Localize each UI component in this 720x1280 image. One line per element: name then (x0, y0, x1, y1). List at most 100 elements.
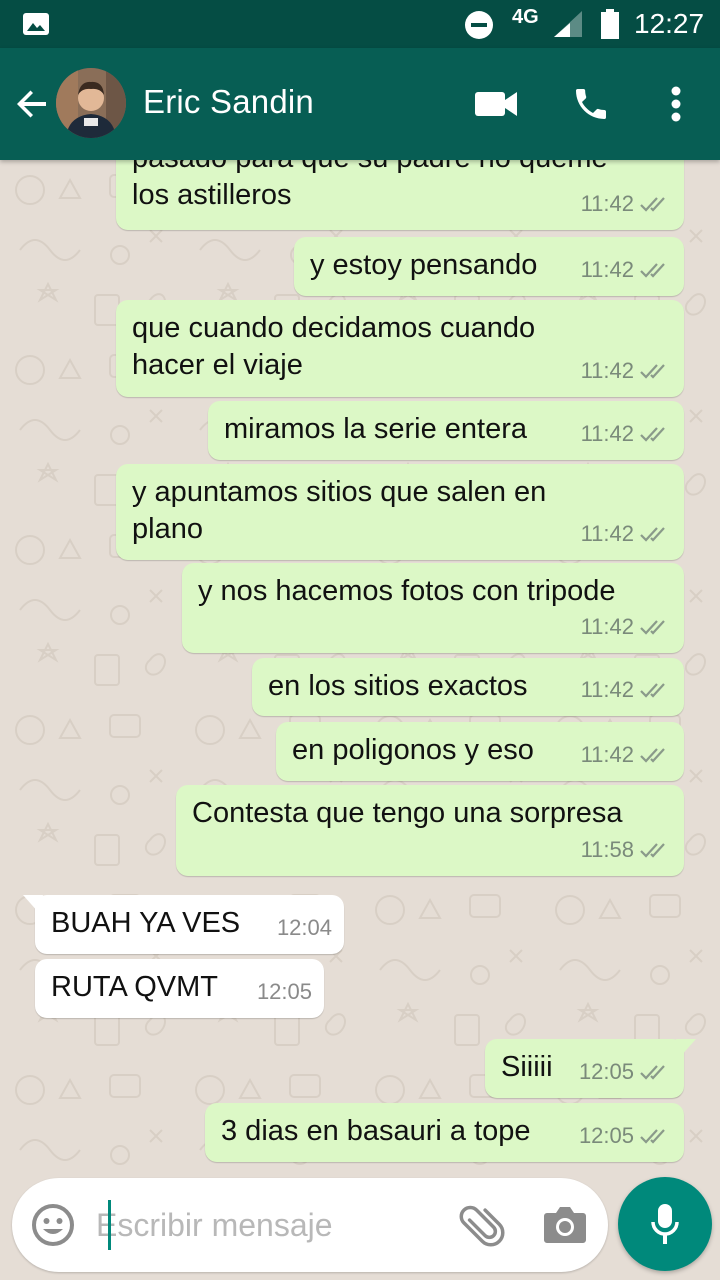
message-list[interactable]: pasado para que su padre no queme los ast… (0, 160, 720, 1180)
video-call-button[interactable] (468, 76, 524, 132)
message-text-line: miramos la serie entera (224, 413, 527, 445)
outgoing-message-bubble[interactable]: en poligonos y eso 11:42 (276, 722, 684, 781)
message-text: pasado para que su padre no queme los ast… (132, 160, 608, 214)
message-time: 11:42 (580, 358, 634, 383)
read-receipt-icon (640, 1064, 665, 1080)
outgoing-message-bubble[interactable]: y apuntamos sitios que salen en plano 11:4… (116, 464, 684, 560)
message-text-line: 3 dias en basauri a tope (221, 1115, 531, 1147)
message-text: Contesta que tengo una sorpresa (192, 795, 622, 832)
message-meta: 12:05 (579, 1053, 672, 1090)
contact-name[interactable]: Eric Sandin (143, 83, 314, 121)
message-text: en los sitios exactos (268, 668, 528, 705)
message-time: 12:05 (256, 979, 312, 1004)
read-receipt-icon (640, 196, 665, 212)
attach-icon[interactable] (458, 1200, 508, 1250)
message-meta: 11:42 (581, 671, 672, 708)
message-time: 11:42 (580, 614, 634, 639)
message-meta: 11:42 (581, 415, 672, 452)
message-meta: 11:42 (581, 352, 672, 389)
read-receipt-icon (640, 1128, 665, 1144)
read-receipt-icon (640, 747, 665, 763)
message-time: 12:05 (578, 1123, 634, 1148)
read-receipt-icon (640, 363, 665, 379)
outgoing-message-bubble[interactable]: 3 dias en basauri a tope 12:05 (205, 1103, 684, 1162)
message-text: y apuntamos sitios que salen en plano (132, 474, 546, 548)
outgoing-message-bubble[interactable]: Siiiii 12:05 (485, 1039, 696, 1098)
back-button[interactable] (12, 84, 52, 124)
message-text-line: Contesta que tengo una sorpresa (192, 797, 623, 829)
message-input[interactable] (96, 1200, 426, 1250)
message-meta: 12:05 (257, 973, 312, 1010)
message-text-line: y apuntamos sitios que salen en (132, 476, 547, 508)
outgoing-message-bubble[interactable]: y estoy pensando 11:42 (294, 237, 684, 296)
message-meta: 12:04 (277, 909, 332, 946)
voice-record-button[interactable] (618, 1177, 712, 1271)
message-time: 11:58 (580, 837, 634, 862)
incoming-message-bubble[interactable]: BUAH YA VES 12:04 (23, 895, 344, 954)
battery-icon (601, 9, 619, 39)
voice-call-button[interactable] (563, 76, 619, 132)
message-text-line: BUAH YA VES (51, 907, 241, 939)
chat-header: Eric Sandin (0, 48, 720, 160)
message-text-line: y estoy pensando (310, 249, 538, 281)
message-time: 11:42 (580, 742, 634, 767)
message-time: 11:42 (580, 257, 634, 282)
message-text-line: plano (132, 513, 203, 545)
status-bar: 4G 12:27 (0, 0, 720, 48)
back-arrow-icon (17, 90, 46, 118)
more-options-button[interactable] (648, 76, 704, 132)
message-text: miramos la serie entera (224, 411, 527, 448)
read-receipt-icon (640, 682, 665, 698)
network-type: 4G (512, 6, 539, 28)
message-text-line: Siiiii (501, 1051, 553, 1083)
do-not-disturb-icon (465, 11, 493, 39)
outgoing-message-bubble[interactable]: pasado para que su padre no queme los ast… (116, 160, 684, 230)
message-time: 11:42 (580, 677, 634, 702)
message-time: 12:04 (276, 915, 332, 940)
message-time: 11:42 (580, 191, 634, 216)
outgoing-message-bubble[interactable]: que cuando decidamos cuando hacer el viaj… (116, 300, 684, 397)
message-meta: 12:05 (579, 1117, 672, 1154)
outgoing-message-bubble[interactable]: y nos hacemos fotos con tripode 11:42 (182, 563, 684, 653)
message-time: 11:42 (580, 521, 634, 546)
phone-icon (576, 89, 606, 119)
video-call-icon (475, 92, 517, 116)
message-meta: 11:42 (581, 185, 672, 222)
message-text-line: en poligonos y eso (292, 734, 534, 766)
contact-avatar[interactable] (56, 68, 126, 138)
message-time: 12:05 (578, 1059, 634, 1084)
message-meta: 11:42 (581, 515, 672, 552)
gallery-notification-icon (23, 13, 49, 35)
outgoing-message-bubble[interactable]: en los sitios exactos 11:42 (252, 658, 684, 716)
message-text-line: pasado para que su padre no queme (132, 160, 608, 177)
message-composer (12, 1178, 608, 1272)
message-meta: 11:42 (581, 251, 672, 288)
message-text: RUTA QVMT (51, 969, 218, 1006)
message-meta: 11:58 (581, 831, 672, 868)
message-text: Siiiii (501, 1049, 553, 1086)
signal-strength-icon (554, 11, 582, 37)
status-time: 12:27 (634, 8, 705, 39)
mic-icon (651, 1204, 679, 1244)
message-text-line: y nos hacemos fotos con tripode (198, 575, 616, 607)
more-vert-icon (671, 86, 681, 122)
message-text: en poligonos y eso (292, 732, 534, 769)
read-receipt-icon (640, 262, 665, 278)
camera-icon[interactable] (542, 1202, 588, 1248)
message-text-line: RUTA QVMT (51, 971, 219, 1003)
message-text-line: hacer el viaje (132, 349, 303, 381)
bubble-tail (676, 1039, 696, 1057)
read-receipt-icon (640, 426, 665, 442)
message-text-line: que cuando decidamos cuando (132, 312, 536, 344)
outgoing-message-bubble[interactable]: miramos la serie entera 11:42 (208, 401, 684, 460)
read-receipt-icon (640, 526, 665, 542)
emoji-icon[interactable] (30, 1202, 76, 1248)
outgoing-message-bubble[interactable]: Contesta que tengo una sorpresa 11:58 (176, 785, 684, 876)
message-time: 11:42 (580, 421, 634, 446)
message-text: 3 dias en basauri a tope (221, 1113, 531, 1150)
incoming-message-bubble[interactable]: RUTA QVMT 12:05 (35, 959, 324, 1018)
read-receipt-icon (640, 842, 665, 858)
avatar-photo (56, 68, 126, 138)
message-text-line: los astilleros (132, 179, 292, 211)
message-meta: 11:42 (581, 608, 672, 645)
